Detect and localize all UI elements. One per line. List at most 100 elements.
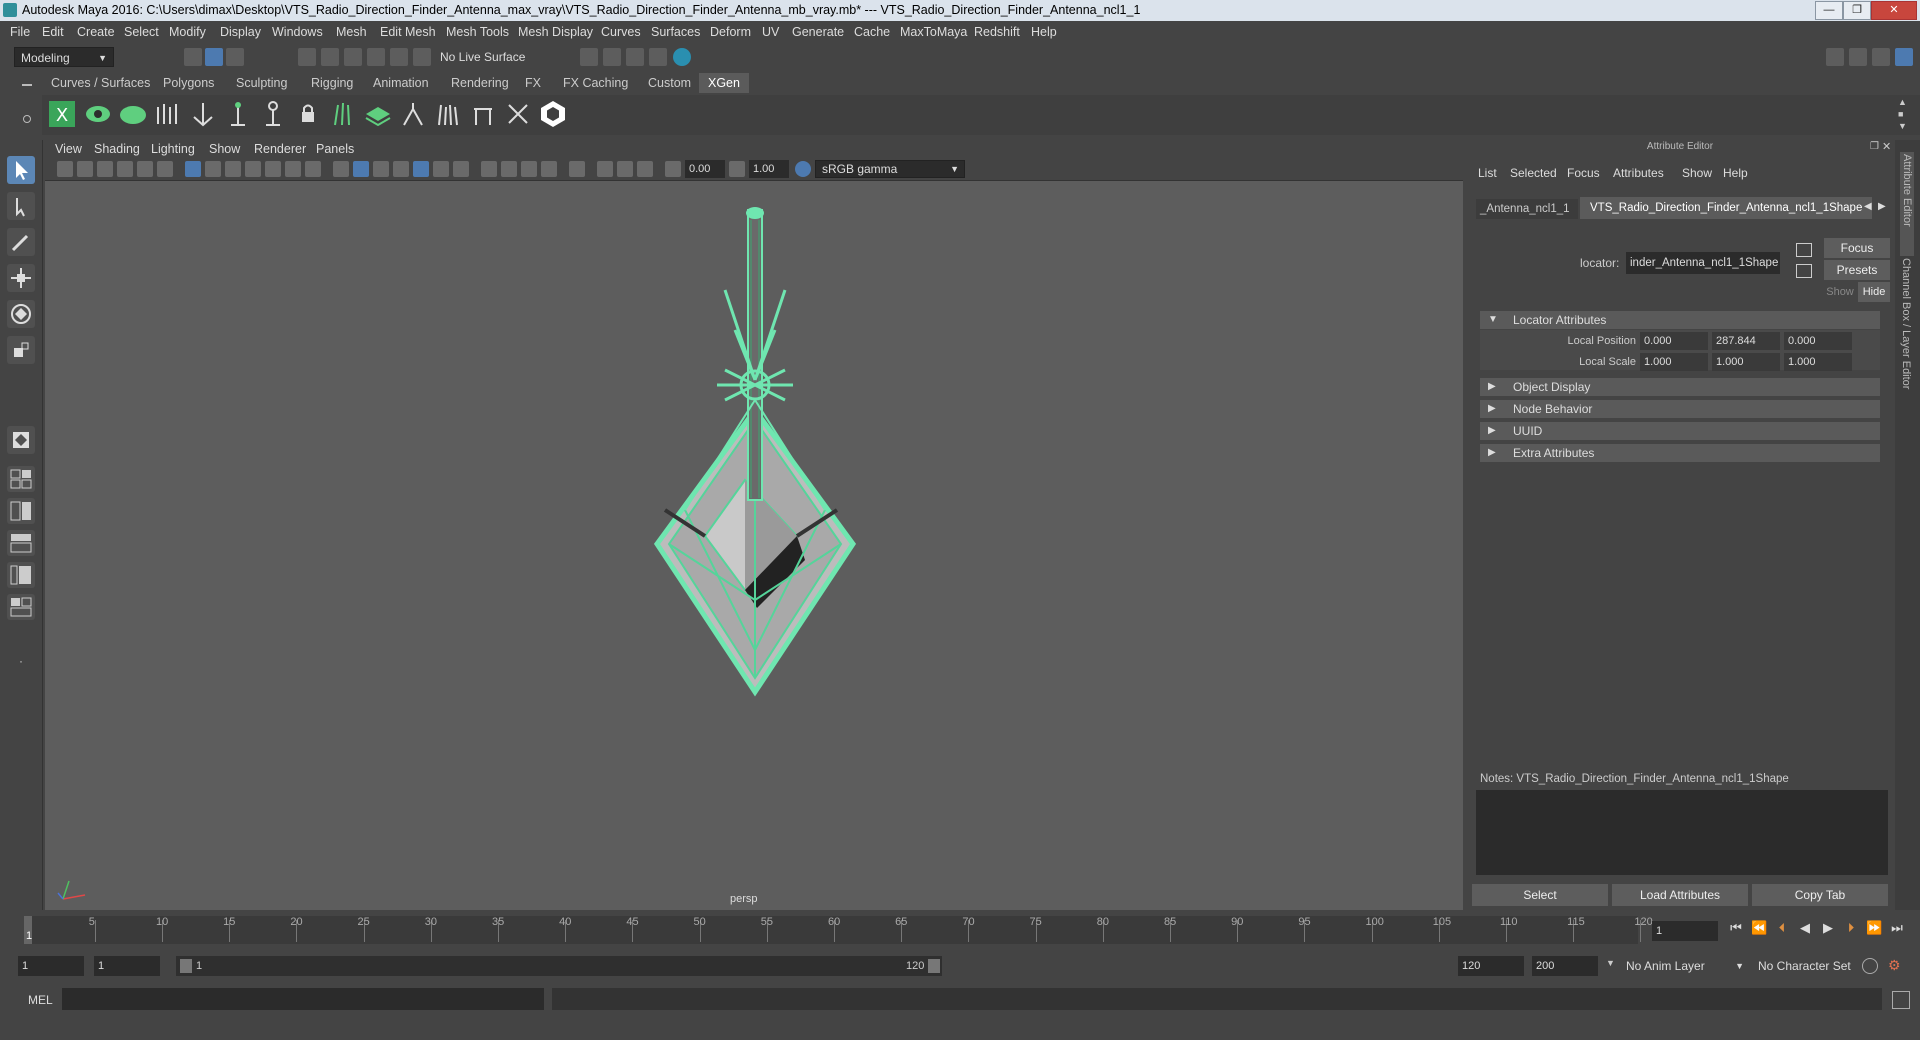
step-forward-key-icon[interactable]: ⏵	[1843, 920, 1859, 936]
color-management-icon[interactable]	[795, 161, 811, 177]
render-settings-icon[interactable]	[626, 48, 644, 66]
notes-textarea[interactable]	[1476, 790, 1888, 875]
local-scale-x-field[interactable]: 1.000	[1640, 353, 1708, 371]
field-chart-icon[interactable]	[265, 161, 281, 177]
menu-uv[interactable]: UV	[762, 25, 779, 39]
character-set-dropdown[interactable]: No Character Set	[1752, 956, 1864, 976]
xgen-cut-icon[interactable]	[468, 99, 498, 129]
locator-name-field[interactable]: inder_Antenna_ncl1_1Shape	[1626, 252, 1780, 274]
xray-components-icon[interactable]	[637, 161, 653, 177]
start-time-field[interactable]: 1	[18, 956, 84, 976]
select-by-object-icon[interactable]	[205, 48, 223, 66]
menu-maxtomaya[interactable]: MaxToMaya	[900, 25, 967, 39]
current-frame-field[interactable]: 1	[1652, 921, 1718, 941]
menu-generate[interactable]: Generate	[792, 25, 844, 39]
xgen-guides-icon[interactable]	[153, 99, 183, 129]
safe-title-icon[interactable]	[305, 161, 321, 177]
step-forward-icon[interactable]: ⏩	[1866, 920, 1882, 936]
playback-end-field[interactable]: 120	[1458, 956, 1524, 976]
motion-blur-icon[interactable]	[501, 161, 517, 177]
image-plane-icon[interactable]	[117, 161, 133, 177]
range-end-handle[interactable]	[928, 959, 940, 973]
menu-surfaces[interactable]: Surfaces	[651, 25, 700, 39]
channel-box-toggle-icon[interactable]	[1872, 48, 1890, 66]
gamma-field[interactable]: 1.00	[749, 160, 789, 178]
layout-persp-graph[interactable]	[7, 562, 35, 588]
xgen-add-guide-icon[interactable]	[188, 99, 218, 129]
tab-custom[interactable]: Custom	[639, 73, 700, 93]
safe-action-icon[interactable]	[285, 161, 301, 177]
vp-menu-shading[interactable]: Shading	[94, 142, 140, 156]
script-editor-icon[interactable]	[1892, 991, 1910, 1009]
tab-sculpting[interactable]: Sculpting	[227, 73, 296, 93]
layout-four-view[interactable]	[7, 466, 35, 492]
menu-windows[interactable]: Windows	[272, 25, 323, 39]
vp-menu-renderer[interactable]: Renderer	[254, 142, 306, 156]
shelf-menu-icon[interactable]	[22, 84, 32, 86]
xgen-grass-icon[interactable]	[328, 99, 358, 129]
play-forward-icon[interactable]: ▶	[1820, 920, 1836, 936]
snap-surface-icon[interactable]	[390, 48, 408, 66]
live-surface-field[interactable]: No Live Surface	[434, 47, 534, 67]
workspace-layout-icon[interactable]	[1826, 48, 1844, 66]
ae-tab-transform[interactable]: _Antenna_ncl1_1	[1476, 199, 1578, 219]
bookmark-icon[interactable]	[97, 161, 113, 177]
paint-select-tool[interactable]	[7, 228, 35, 256]
snap-point-icon[interactable]	[344, 48, 362, 66]
tab-scroll-left-icon[interactable]: ◀	[1864, 201, 1872, 212]
exposure-icon[interactable]	[665, 161, 681, 177]
attribute-editor-side-tab[interactable]: Attribute Editor	[1900, 152, 1914, 256]
play-backward-icon[interactable]: ◀	[1797, 920, 1813, 936]
script-language-label[interactable]: MEL	[28, 993, 53, 1007]
view-transform-dropdown[interactable]: sRGB gamma ▼	[815, 160, 965, 178]
select-by-hierarchy-icon[interactable]	[184, 48, 202, 66]
antenna-model[interactable]	[45, 180, 1463, 910]
menuset-dropdown[interactable]: Modeling ▼	[14, 47, 114, 67]
load-attributes-button[interactable]: Load Attributes	[1612, 884, 1748, 906]
command-input[interactable]	[62, 988, 544, 1010]
local-scale-z-field[interactable]: 1.000	[1784, 353, 1852, 371]
anim-layer-dropdown[interactable]: No Anim Layer ▼	[1620, 956, 1746, 976]
xray-icon[interactable]	[597, 161, 613, 177]
snap-curve-icon[interactable]	[321, 48, 339, 66]
scale-tool[interactable]	[7, 336, 35, 364]
outliner-toggle-icon[interactable]	[1849, 48, 1867, 66]
wireframe-on-shaded-icon[interactable]	[393, 161, 409, 177]
menu-cache[interactable]: Cache	[854, 25, 890, 39]
select-by-component-icon[interactable]	[226, 48, 244, 66]
tab-fx[interactable]: FX	[516, 73, 550, 93]
ae-menu-list[interactable]: List	[1478, 166, 1497, 180]
hypershade-icon[interactable]	[649, 48, 667, 66]
tab-fx-caching[interactable]: FX Caching	[554, 73, 637, 93]
attribute-editor-toggle-icon[interactable]	[1895, 48, 1913, 66]
2d-pan-zoom-icon[interactable]	[137, 161, 153, 177]
playback-start-field[interactable]: 1	[94, 956, 160, 976]
section-locator-attributes[interactable]: ▼ Locator Attributes	[1480, 311, 1880, 329]
wireframe-icon[interactable]	[333, 161, 349, 177]
tab-animation[interactable]: Animation	[364, 73, 438, 93]
float-panel-icon[interactable]: ❐	[1870, 141, 1879, 152]
isolate-select-icon[interactable]	[569, 161, 585, 177]
menu-modify[interactable]: Modify	[169, 25, 206, 39]
maximize-button[interactable]: ❐	[1843, 1, 1871, 20]
layout-two-view[interactable]	[7, 498, 35, 524]
shadows-icon[interactable]	[453, 161, 469, 177]
camera-attributes-icon[interactable]	[77, 161, 93, 177]
hide-button[interactable]: Hide	[1858, 282, 1890, 302]
anti-aliasing-icon[interactable]	[521, 161, 537, 177]
minimize-button[interactable]: —	[1815, 1, 1843, 20]
section-node-behavior[interactable]: ▶ Node Behavior	[1480, 400, 1880, 418]
rotate-tool[interactable]	[7, 300, 35, 328]
move-tool[interactable]	[7, 264, 35, 292]
ae-menu-help[interactable]: Help	[1723, 166, 1748, 180]
menu-mesh[interactable]: Mesh	[336, 25, 367, 39]
show-manipulator-tool[interactable]	[7, 426, 35, 454]
auto-key-icon[interactable]	[1862, 958, 1878, 974]
local-scale-y-field[interactable]: 1.000	[1712, 353, 1780, 371]
xgen-clumping-icon[interactable]	[398, 99, 428, 129]
go-to-output-icon[interactable]	[1796, 264, 1812, 278]
menu-deform[interactable]: Deform	[710, 25, 751, 39]
depth-of-field-icon[interactable]	[541, 161, 557, 177]
menu-curves[interactable]: Curves	[601, 25, 641, 39]
live-surface-icon[interactable]	[413, 48, 431, 66]
